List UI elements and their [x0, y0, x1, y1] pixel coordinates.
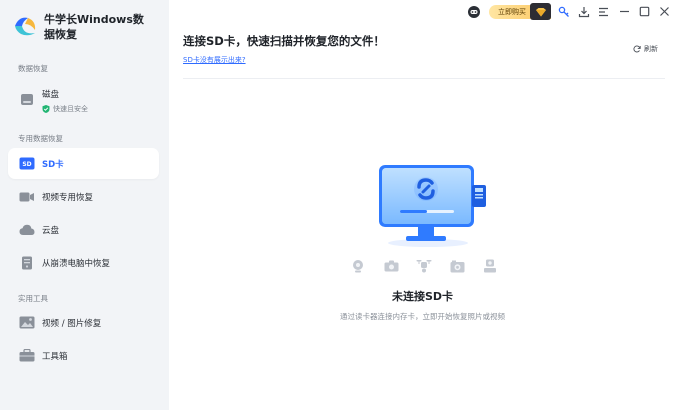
- maximize-icon[interactable]: [638, 5, 651, 18]
- sidebar-item-label: 从崩溃电脑中恢复: [42, 258, 111, 269]
- sidebar-item-toolbox[interactable]: 工具箱: [8, 340, 159, 371]
- vip-badge-icon[interactable]: [530, 3, 551, 20]
- drone-icon: [416, 258, 432, 274]
- brand: 牛学长Windows数据恢复: [12, 12, 154, 42]
- empty-state-title: 未连接SD卡: [391, 290, 454, 303]
- refresh-label: 刷新: [644, 45, 658, 53]
- empty-state-description: 通过读卡器连接内存卡，立即开始恢复照片或视频: [340, 312, 505, 321]
- disk-subtitle-text: 快速且安全: [53, 105, 88, 113]
- dashcam-icon: [482, 258, 498, 274]
- sidebar-item-label: 视频 / 图片修复: [42, 318, 102, 329]
- sidebar-item-label: 视频专用恢复: [42, 192, 94, 203]
- video-camera-icon: [19, 190, 35, 204]
- webcam-icon: [350, 258, 366, 274]
- sidebar-item-cloud[interactable]: 云盘: [8, 214, 159, 245]
- buy-now-label: 立即购买: [498, 8, 526, 16]
- sidebar-item-label: 磁盘: [42, 90, 60, 100]
- action-camera-icon: [449, 258, 465, 274]
- sd-card-help-link[interactable]: SD卡没有展示出来?: [183, 55, 246, 65]
- sidebar-item-disk[interactable]: 磁盘 快速且安全: [8, 83, 159, 115]
- sidebar-item-label: 工具箱: [42, 351, 68, 362]
- sd-card-icon: SD: [19, 157, 35, 171]
- title-bar: 立即购买: [169, 0, 675, 24]
- sidebar-item-label: 云盘: [42, 225, 60, 236]
- disk-subtitle: 快速且安全: [42, 104, 88, 114]
- close-icon[interactable]: [658, 5, 671, 18]
- section-label-utilities: 实用工具: [18, 294, 48, 303]
- menu-icon[interactable]: [597, 5, 610, 18]
- header-divider: [183, 78, 665, 79]
- sd-card-monitor-illustration: [379, 165, 486, 247]
- refresh-icon: [633, 45, 641, 53]
- section-label-special-recovery: 专用数据恢复: [18, 134, 63, 143]
- device-icons-row: [350, 258, 498, 274]
- camera-icon: [383, 258, 399, 274]
- download-icon[interactable]: [577, 5, 590, 18]
- sidebar-item-photo-video-repair[interactable]: 视频 / 图片修复: [8, 307, 159, 338]
- disk-icon: [19, 92, 35, 106]
- robot-icon[interactable]: [467, 4, 481, 18]
- shield-check-icon: [42, 105, 50, 113]
- crashed-pc-icon: [19, 256, 35, 270]
- sidebar-item-crashed-pc[interactable]: 从崩溃电脑中恢复: [8, 247, 159, 278]
- svg-text:SD: SD: [22, 161, 31, 168]
- sidebar-item-sd-card[interactable]: SD SD卡: [8, 148, 159, 179]
- refresh-button[interactable]: 刷新: [633, 44, 658, 54]
- cloud-icon: [19, 223, 35, 237]
- sidebar-item-video-recovery[interactable]: 视频专用恢复: [8, 181, 159, 212]
- key-icon[interactable]: [557, 5, 570, 18]
- sidebar: 牛学长Windows数据恢复 数据恢复 磁盘 快速且安全 专用数据恢复 SD S…: [0, 0, 169, 410]
- app-title: 牛学长Windows数据恢复: [44, 13, 144, 41]
- page-title: 连接SD卡，快速扫描并恢复您的文件！: [183, 34, 385, 48]
- app-logo-icon: [15, 17, 36, 36]
- sidebar-item-label: SD卡: [42, 159, 64, 170]
- toolbox-icon: [19, 349, 35, 363]
- section-label-data-recovery: 数据恢复: [18, 64, 48, 73]
- photo-repair-icon: [19, 316, 35, 330]
- minimize-icon[interactable]: [618, 5, 631, 18]
